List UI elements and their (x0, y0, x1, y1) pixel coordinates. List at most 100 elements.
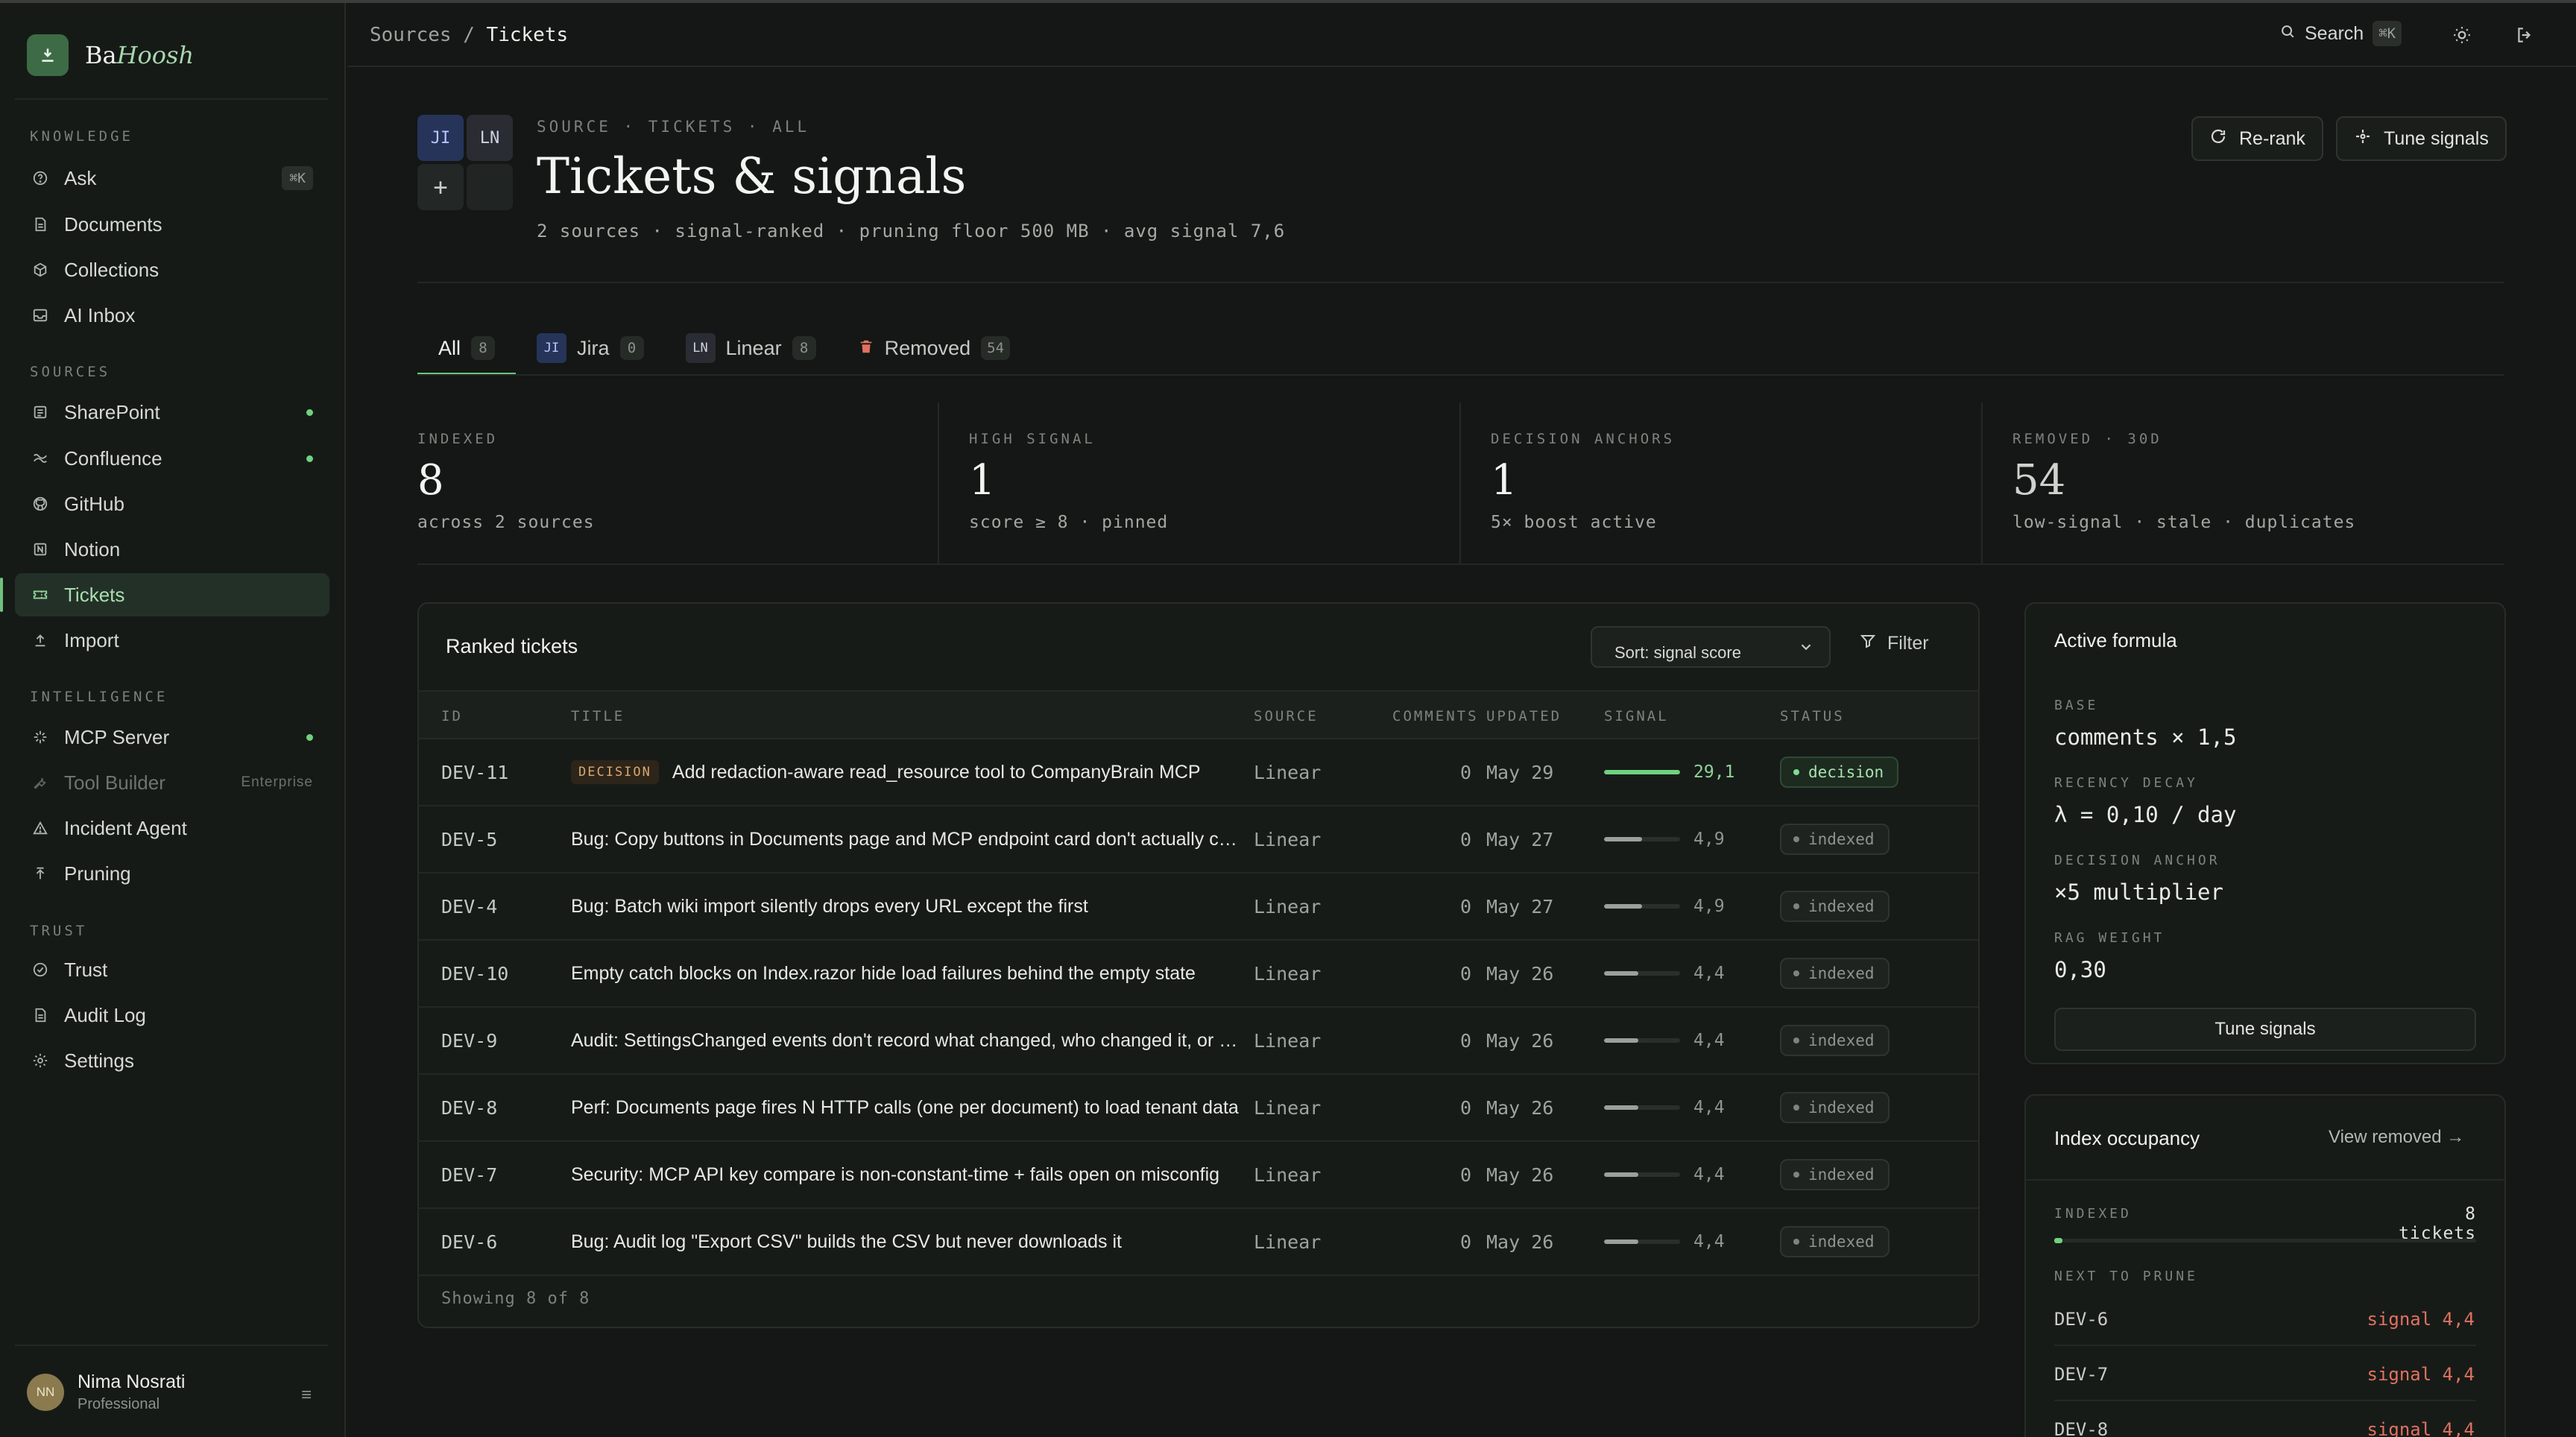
search-button[interactable]: Search ⌘K (2279, 21, 2402, 46)
shield-icon (31, 961, 49, 979)
sidebar-item-sharepoint[interactable]: SharePoint (15, 391, 329, 434)
ticket-comments: 0 (1459, 761, 1471, 783)
theme-toggle-sun-icon[interactable] (2449, 22, 2475, 48)
sidebar-item-trust[interactable]: Trust (15, 948, 329, 991)
column-header-updated[interactable]: UPDATED (1486, 708, 1562, 724)
divider (15, 98, 328, 100)
table-row[interactable]: DEV-6 Bug: Audit log "Export CSV" builds … (419, 1209, 1978, 1276)
ticket-title[interactable]: Security: MCP API key compare is non-con… (571, 1164, 1219, 1186)
column-header-status[interactable]: STATUS (1780, 708, 1845, 724)
sidebar-item-label: Documents (64, 212, 162, 236)
filter-button[interactable]: Filter (1859, 632, 1929, 655)
sidebar-item-audit-log[interactable]: Audit Log (15, 994, 329, 1037)
sidebar-item-pruning[interactable]: Pruning (15, 852, 329, 895)
prune-row[interactable]: DEV-8 signal 4,4 (2054, 1401, 2476, 1437)
sidebar-item-settings[interactable]: Settings (15, 1039, 329, 1082)
inbox-icon (31, 306, 49, 324)
sidebar-item-import[interactable]: Import (15, 619, 329, 662)
status-badge: indexed (1780, 958, 1890, 989)
sparkle-icon (31, 728, 49, 746)
table-row[interactable]: DEV-11 DECISION Add redaction-aware read_r… (419, 739, 1978, 806)
tab-linear[interactable]: LN Linear 8 (665, 320, 837, 376)
sidebar-item-notion[interactable]: Notion (15, 528, 329, 571)
column-header-title[interactable]: TITLE (571, 708, 625, 724)
breadcrumb-separator: / (463, 24, 475, 46)
ticket-updated: May 26 (1486, 1096, 1554, 1119)
breadcrumb-sources[interactable]: Sources (370, 24, 452, 46)
sidebar-item-mcp-server[interactable]: MCP Server (15, 716, 329, 759)
signal-score: 4,4 (1693, 1031, 1725, 1050)
prune-row[interactable]: DEV-7 signal 4,4 (2054, 1346, 2476, 1401)
sidebar-item-github[interactable]: GitHub (15, 482, 329, 525)
sidebar-item-documents[interactable]: Documents (15, 203, 329, 246)
ticket-signal: 4,4 (1604, 941, 1768, 1006)
stat-label: DECISION ANCHORS (1491, 431, 1676, 447)
sidebar-item-confluence[interactable]: Confluence (15, 437, 329, 480)
sidebar-item-ask[interactable]: Ask ⌘K (15, 157, 329, 200)
view-removed-link[interactable]: View removed → (2329, 1127, 2464, 1148)
sidebar-item-collections[interactable]: Collections (15, 248, 329, 291)
connected-status-dot (306, 409, 313, 416)
sort-select[interactable]: Sort: signal score (1591, 626, 1831, 668)
ticket-title[interactable]: Bug: Batch wiki import silently drops ev… (571, 896, 1088, 918)
add-source-button[interactable]: + (417, 164, 464, 210)
sidebar-item-label: AI Inbox (64, 303, 136, 326)
ticket-comments: 0 (1459, 828, 1471, 850)
user-profile[interactable]: NN Nima Nosrati Professional (27, 1371, 185, 1413)
indexed-count: 8 tickets (2399, 1204, 2476, 1243)
table-row[interactable]: DEV-5 Bug: Copy buttons in Documents page… (419, 806, 1978, 874)
column-header-source[interactable]: SOURCE (1254, 708, 1319, 724)
brand[interactable]: BaHoosh (27, 33, 194, 78)
column-header-id[interactable]: ID (441, 708, 463, 724)
topbar: Sources / Tickets Search ⌘K (347, 3, 2576, 67)
filter-label: Filter (1887, 633, 1929, 654)
ticket-title[interactable]: Empty catch blocks on Index.razor hide l… (571, 963, 1196, 985)
tab-jira[interactable]: JI Jira 0 (516, 320, 665, 376)
prune-row[interactable]: DEV-6 signal 4,4 (2054, 1291, 2476, 1346)
table-row[interactable]: DEV-10 Empty catch blocks on Index.razor … (419, 941, 1978, 1008)
ticket-title[interactable]: Perf: Documents page fires N HTTP calls … (571, 1097, 1239, 1119)
ticket-title[interactable]: Bug: Audit log "Export CSV" builds the C… (571, 1231, 1122, 1253)
occupancy-bar (2054, 1238, 2476, 1243)
jira-tile[interactable]: JI (417, 115, 464, 161)
ticket-updated: May 26 (1486, 1163, 1554, 1186)
page-eyebrow: SOURCE · TICKETS · ALL (537, 118, 810, 136)
section-label-knowledge: KNOWLEDGE (30, 128, 133, 145)
ticket-comments: 0 (1459, 1163, 1471, 1186)
ticket-title[interactable]: Add redaction-aware read_resource tool t… (672, 762, 1201, 783)
column-header-comments[interactable]: COMMENTS (1392, 708, 1479, 724)
sidebar-item-label: Tickets (64, 583, 125, 606)
ticket-title-cell: Perf: Documents page fires N HTTP calls … (571, 1075, 1239, 1140)
prune-id: DEV-8 (2054, 1419, 2109, 1437)
sidebar-item-ai-inbox[interactable]: AI Inbox (15, 294, 329, 337)
rerank-button[interactable]: Re-rank (2191, 116, 2323, 161)
linear-tile[interactable]: LN (467, 115, 513, 161)
tab-all[interactable]: All 8 (417, 320, 517, 376)
column-header-signal[interactable]: SIGNAL (1604, 708, 1669, 724)
tab-removed[interactable]: Removed 54 (837, 320, 1031, 376)
ticket-title[interactable]: Bug: Copy buttons in Documents page and … (571, 829, 1239, 850)
section-label-sources: SOURCES (30, 364, 111, 380)
tune-signals-button[interactable]: Tune signals (2336, 116, 2507, 161)
sidebar-item-incident-agent[interactable]: Incident Agent (15, 806, 329, 850)
ticket-comments: 0 (1459, 1096, 1471, 1119)
tab-count: 8 (471, 336, 496, 360)
logout-icon[interactable] (2512, 22, 2537, 48)
tune-signals-button[interactable]: Tune signals (2054, 1008, 2476, 1051)
avatar: NN (27, 1374, 64, 1411)
ticket-signal: 29,1 (1604, 739, 1768, 805)
sidebar-item-label: Incident Agent (64, 816, 187, 839)
search-label: Search (2305, 22, 2364, 44)
menu-icon[interactable]: ≡ (301, 1385, 312, 1406)
ticket-title[interactable]: Audit: SettingsChanged events don't reco… (571, 1030, 1239, 1052)
sidebar-item-tickets[interactable]: Tickets (0, 573, 329, 616)
ticket-title-cell: Audit: SettingsChanged events don't reco… (571, 1008, 1239, 1073)
table-row[interactable]: DEV-4 Bug: Batch wiki import silently dro… (419, 874, 1978, 941)
table-row[interactable]: DEV-7 Security: MCP API key compare is no… (419, 1142, 1978, 1209)
table-row[interactable]: DEV-8 Perf: Documents page fires N HTTP c… (419, 1075, 1978, 1142)
table-row[interactable]: DEV-9 Audit: SettingsChanged events don't… (419, 1008, 1978, 1075)
stat-indexed: INDEXED 8 across 2 sources (417, 402, 939, 563)
signal-score: 4,9 (1693, 830, 1725, 849)
tab-count: 0 (619, 336, 644, 360)
sidebar-item-tool-builder[interactable]: Tool Builder Enterprise (15, 761, 329, 804)
